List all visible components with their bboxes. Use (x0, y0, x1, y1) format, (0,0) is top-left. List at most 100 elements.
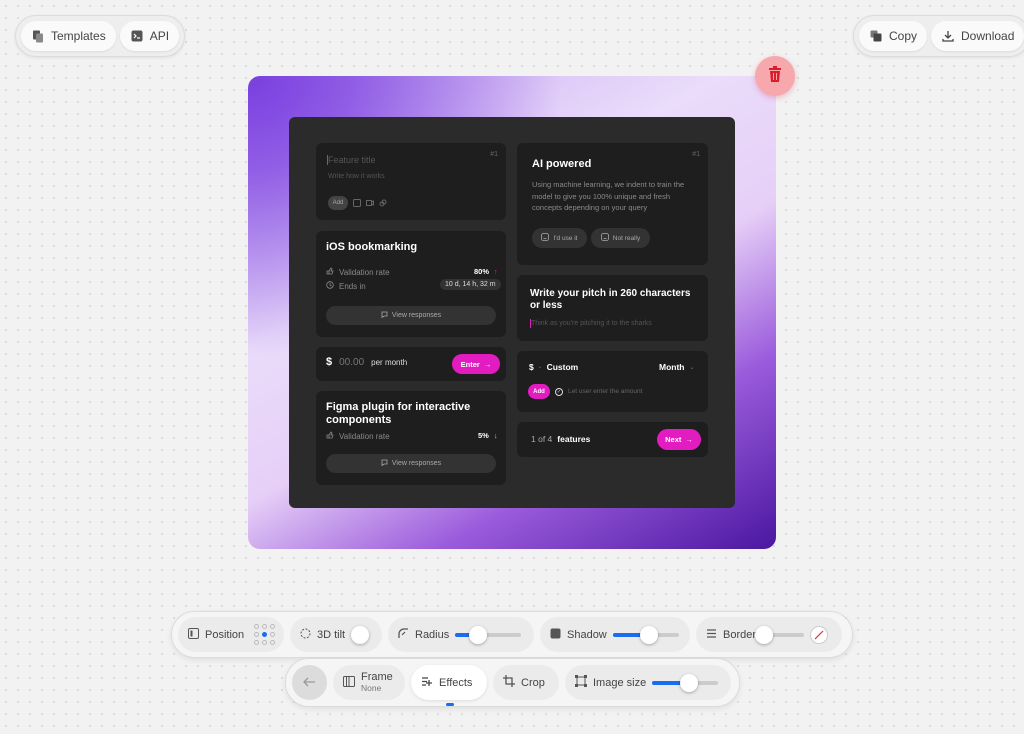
border-slider-knob[interactable] (755, 625, 774, 644)
features-card: 1 of 4 features Next → (517, 422, 708, 457)
next-button[interactable]: Next → (657, 429, 701, 450)
shadow-slider[interactable] (612, 625, 679, 644)
thumbs-icon (326, 431, 334, 441)
copy-button[interactable]: Copy (859, 21, 928, 51)
period-select[interactable]: Month ⌄ (659, 362, 695, 372)
features-count-prefix: 1 of 4 (531, 434, 553, 444)
chat-icon (381, 311, 388, 320)
effects-icon (421, 676, 433, 690)
price-suffix: per month (371, 357, 408, 367)
feature-title-input[interactable]: Feature title (328, 155, 376, 165)
main-toolbar: Frame None Effects Crop Image size (285, 658, 740, 707)
feature-actions: Add (328, 194, 387, 212)
shadow-slider-knob[interactable] (640, 625, 659, 644)
enter-button[interactable]: Enter → (452, 354, 500, 374)
image-icon[interactable] (353, 194, 361, 212)
thumbs-icon (326, 267, 334, 277)
figma-view-responses-label: View responses (391, 460, 442, 467)
smile-icon (541, 233, 550, 243)
chat-icon (381, 459, 388, 468)
price-input-row: $ 00.00 per month (326, 356, 407, 368)
crop-tab[interactable]: Crop (493, 665, 559, 700)
templates-icon (31, 29, 45, 43)
effects-label: Effects (439, 676, 473, 689)
border-slider[interactable] (755, 625, 805, 644)
copy-label: Copy (889, 29, 918, 43)
resize-icon (575, 675, 587, 690)
next-label: Next (665, 435, 682, 444)
terminal-icon (130, 29, 144, 43)
arrow-right-icon: → (483, 359, 492, 369)
templates-button[interactable]: Templates (21, 21, 116, 51)
position-control[interactable]: Position (178, 617, 284, 652)
api-button[interactable]: API (119, 21, 180, 51)
view-responses-button[interactable]: View responses (326, 306, 496, 325)
card-number: #1 (490, 151, 498, 158)
tilt-label: 3D tilt (317, 628, 346, 641)
border-color-none-icon[interactable] (810, 625, 829, 644)
crop-icon (503, 675, 515, 690)
custom-dot: · (538, 362, 542, 372)
feature-desc-input[interactable]: Write how it works (328, 173, 385, 180)
ios-card-title: iOS bookmarking (326, 241, 418, 253)
radius-slider[interactable] (455, 625, 522, 644)
arrow-up-icon: ↑ (494, 267, 498, 276)
neutral-face-icon (600, 233, 609, 243)
border-label: Border (723, 628, 757, 641)
custom-add-button[interactable]: Add (528, 384, 550, 399)
features-count: 1 of 4 features (531, 434, 590, 444)
ios-card: iOS bookmarking Validation rate 80% ↑ En… (316, 231, 506, 337)
features-count-suffix: features (557, 434, 591, 444)
image-size-slider[interactable] (652, 673, 719, 692)
video-icon[interactable] (366, 194, 374, 212)
custom-currency: $ (529, 362, 534, 372)
feature-card: #1 Feature title Write how it works Add (316, 143, 506, 220)
frame-text: Frame None (361, 670, 393, 694)
effects-tab[interactable]: Effects (411, 665, 487, 700)
position-label: Position (205, 628, 245, 641)
crop-label: Crop (521, 676, 545, 689)
tilt-control[interactable]: 3D tilt (290, 617, 382, 652)
currency-symbol: $ (326, 356, 333, 368)
pitch-input[interactable]: Think as you're pitching it to the shark… (531, 320, 652, 327)
arrow-left-icon (303, 674, 316, 692)
effects-toolbar: Position 3D tilt Radius Shadow Border (171, 611, 853, 658)
not-really-button[interactable]: Not really (591, 228, 650, 248)
frame-icon (343, 675, 355, 690)
top-right-group: Copy Download (853, 15, 1024, 57)
check-icon[interactable]: ✓ (555, 387, 563, 396)
tilt-toggle[interactable] (351, 625, 370, 644)
delete-button[interactable] (755, 56, 795, 96)
top-left-group: Templates API (15, 15, 186, 57)
trash-icon (768, 65, 782, 87)
image-size-slider-knob[interactable] (679, 673, 698, 692)
position-icon (188, 627, 199, 642)
custom-label[interactable]: Custom (547, 362, 579, 372)
templates-label: Templates (51, 29, 106, 43)
frame-sub: None (361, 682, 382, 693)
shadow-control: Shadow (540, 617, 690, 652)
figma-card: Figma plugin for interactive components … (316, 391, 506, 485)
download-button[interactable]: Download (931, 21, 1024, 51)
ends-label: Ends in (339, 281, 366, 291)
figma-view-responses-button[interactable]: View responses (326, 454, 496, 473)
ai-card-description: Using machine learning, we indent to tra… (532, 180, 685, 212)
back-button[interactable] (292, 665, 327, 700)
active-tab-indicator (446, 703, 454, 706)
period-label: Month (659, 362, 685, 372)
price-input[interactable]: 00.00 (339, 357, 364, 368)
checkbox-label: Let user enter the amount (568, 388, 643, 395)
radius-label: Radius (415, 628, 450, 641)
pitch-card: Write your pitch in 260 characters or le… (517, 275, 708, 341)
feature-add-button[interactable]: Add (328, 196, 348, 210)
validation-value: 80% (474, 267, 490, 276)
use-it-label: I'd use it (553, 234, 578, 242)
link-icon[interactable] (379, 194, 387, 212)
position-grid[interactable] (254, 624, 276, 645)
preview-panel: #1 Feature title Write how it works Add … (289, 117, 735, 508)
radius-slider-knob[interactable] (469, 625, 488, 644)
frame-label: Frame (361, 670, 393, 683)
radius-control: Radius (388, 617, 534, 652)
frame-tab[interactable]: Frame None (333, 665, 405, 700)
use-it-button[interactable]: I'd use it (532, 228, 587, 248)
